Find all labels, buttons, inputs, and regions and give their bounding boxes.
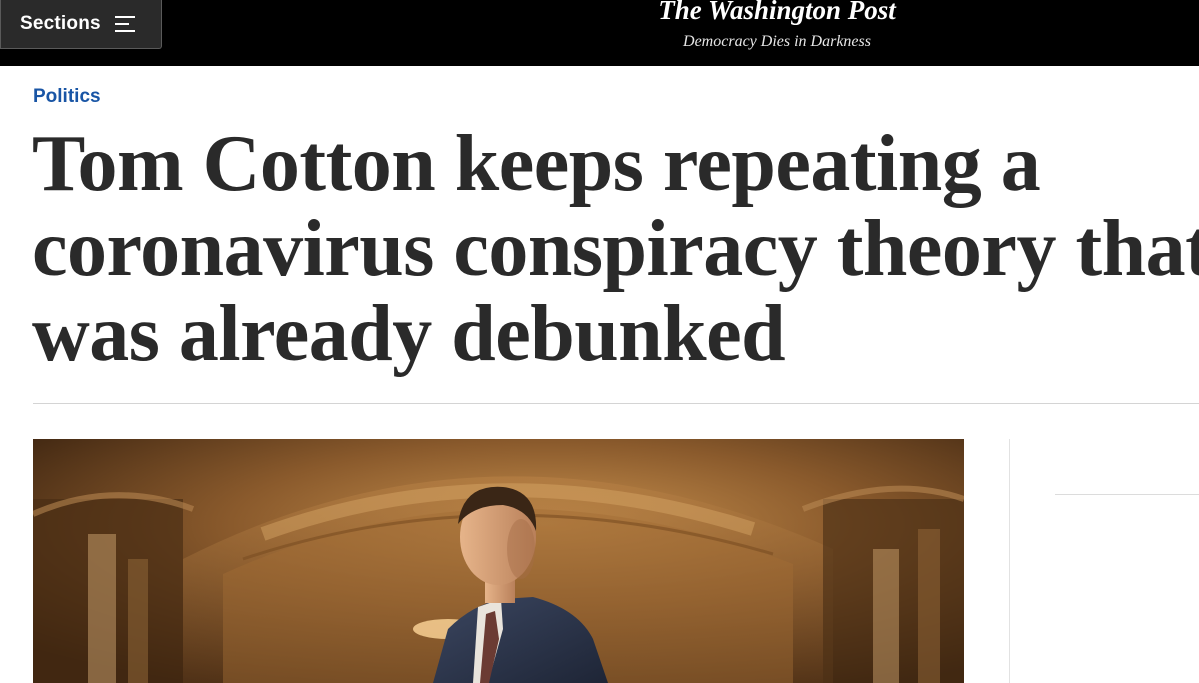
hamburger-menu-icon — [114, 16, 135, 32]
rail-rule — [1055, 494, 1199, 495]
site-logo[interactable]: The Washington Post — [658, 0, 896, 28]
headline-line: Tom Cotton keeps repeating a — [32, 120, 1041, 208]
lead-photo — [33, 439, 964, 683]
section-kicker-link[interactable]: Politics — [33, 85, 101, 109]
sections-label: Sections — [20, 13, 101, 34]
masthead[interactable]: The Washington Post Democracy Dies in Da… — [658, 0, 896, 52]
sections-menu-button[interactable]: Sections — [0, 0, 162, 49]
site-header: Sections The Washington Post Democracy D… — [0, 0, 1199, 66]
headline-line: was already debunked — [32, 290, 786, 378]
headline-line: coronavirus conspiracy theory that — [32, 205, 1199, 293]
site-tagline: Democracy Dies in Darkness — [683, 33, 871, 50]
article-headline: Tom Cotton keeps repeating a coronavirus… — [32, 122, 1199, 377]
headline-divider — [33, 403, 1199, 404]
rail-divider — [1009, 439, 1010, 683]
